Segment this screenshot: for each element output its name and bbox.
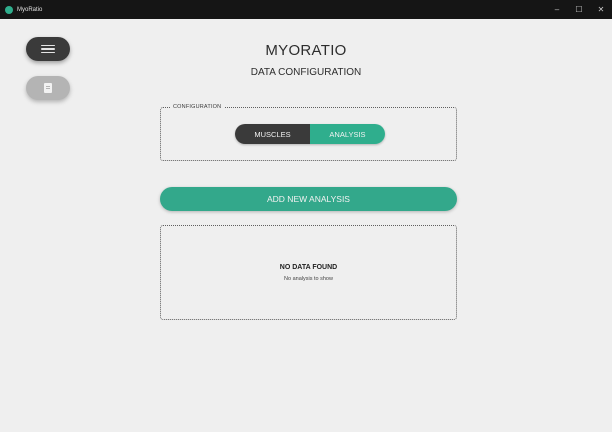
page-subtitle: DATA CONFIGURATION xyxy=(250,67,362,78)
close-button[interactable]: ✕ xyxy=(590,0,612,19)
add-new-analysis-button[interactable]: ADD NEW ANALYSIS xyxy=(160,187,457,211)
toggle-muscles[interactable]: MUSCLES xyxy=(235,124,310,144)
app-logo-icon xyxy=(5,5,13,14)
title-bar: MyoRatio – ☐ ✕ xyxy=(0,0,612,19)
page-title: MYORATIO xyxy=(265,42,347,59)
maximize-button[interactable]: ☐ xyxy=(568,0,590,19)
configuration-legend: CONFIGURATION xyxy=(170,104,225,110)
toggle-analysis[interactable]: ANALYSIS xyxy=(310,124,385,144)
app-window: MyoRatio – ☐ ✕ MYORATIO DATA CONFIGURATI… xyxy=(0,0,612,432)
configuration-group: CONFIGURATION MUSCLES ANALYSIS xyxy=(160,104,457,161)
empty-state-title: NO DATA FOUND xyxy=(279,264,338,271)
document-icon xyxy=(44,83,52,93)
window-controls: – ☐ ✕ xyxy=(546,0,612,19)
empty-state-subtitle: No analysis to show xyxy=(284,276,333,282)
window-title: MyoRatio xyxy=(17,6,43,13)
configuration-toggle: MUSCLES ANALYSIS xyxy=(235,124,385,144)
analysis-list-panel: NO DATA FOUND No analysis to show xyxy=(160,225,457,320)
document-button[interactable] xyxy=(26,76,70,100)
minimize-button[interactable]: – xyxy=(546,0,568,19)
